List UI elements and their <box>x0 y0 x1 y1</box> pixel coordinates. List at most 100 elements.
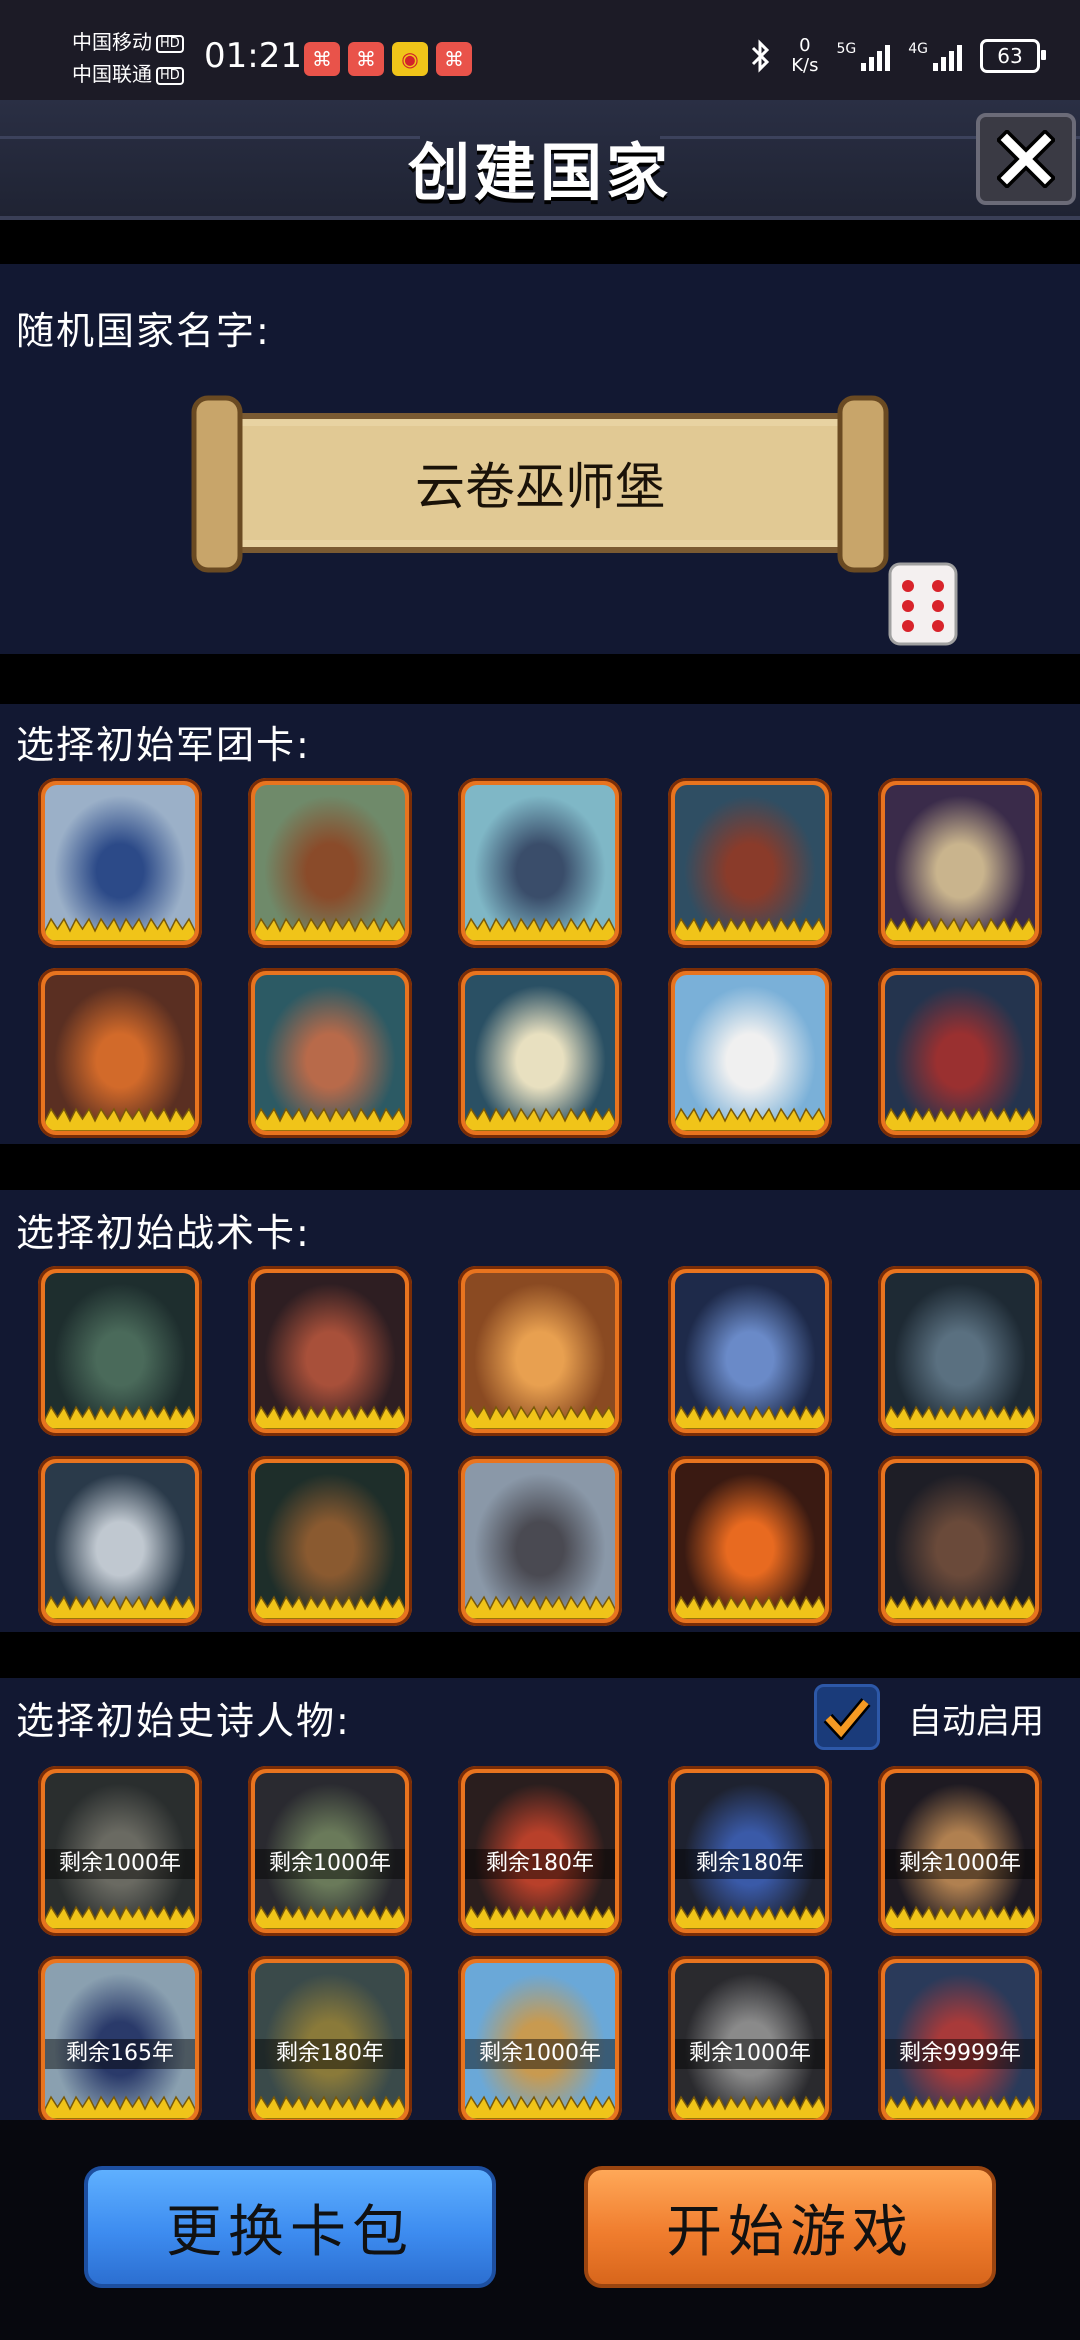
carrier-2: 中国联通 HD <box>72 62 184 86</box>
barbarian-card[interactable] <box>248 968 412 1138</box>
remaining-years: 剩余180年 <box>675 1849 825 1879</box>
close-button[interactable] <box>976 113 1076 205</box>
crown-border <box>675 1595 825 1619</box>
heroes-label: 选择初始史诗人物: <box>16 1699 351 1743</box>
crown-border <box>45 1905 195 1929</box>
crown-border <box>255 2095 405 2119</box>
start-game-button[interactable]: 开始游戏 <box>584 2166 996 2288</box>
card-art <box>465 975 615 1131</box>
card-art: 剩余9999年 <box>885 1963 1035 2119</box>
close-icon <box>997 130 1055 188</box>
crown-border <box>45 1405 195 1429</box>
auto-enable-checkbox[interactable] <box>814 1684 880 1750</box>
card-art <box>675 785 825 941</box>
snow-warriors-card[interactable] <box>458 1456 622 1626</box>
card-art <box>885 975 1035 1131</box>
hero-sorceress-card[interactable]: 剩余1000年 <box>878 1766 1042 1936</box>
battery-icon: 63 <box>980 39 1046 73</box>
card-art <box>465 785 615 941</box>
card-art: 剩余180年 <box>675 1773 825 1929</box>
app-notification-icon: ⌘ <box>348 42 384 76</box>
tribal-chief-card[interactable] <box>248 1266 412 1436</box>
hero-warlord-card[interactable]: 剩余180年 <box>668 1766 832 1936</box>
siege-engine-card[interactable] <box>248 1456 412 1626</box>
remaining-years: 剩余1000年 <box>255 1849 405 1879</box>
hero-shadow-figure-card[interactable]: 剩余1000年 <box>668 1956 832 2126</box>
card-art <box>255 975 405 1131</box>
divider <box>0 654 1080 704</box>
signal-5g-icon: 5G <box>836 41 891 71</box>
card-art <box>675 1463 825 1619</box>
clock: 01:21 <box>204 36 302 76</box>
longship-card[interactable] <box>458 1266 622 1436</box>
crown-border <box>465 1405 615 1429</box>
country-name-label: 随机国家名字: <box>16 309 271 353</box>
remaining-years: 剩余165年 <box>45 2039 195 2069</box>
crown-border <box>885 1905 1035 1929</box>
dragon-knight-card[interactable] <box>878 968 1042 1138</box>
crown-border <box>255 1405 405 1429</box>
tiger-card[interactable] <box>38 968 202 1138</box>
hero-swordsman-card[interactable]: 剩余9999年 <box>878 1956 1042 2126</box>
crown-border <box>45 1595 195 1619</box>
mage-portal-card[interactable] <box>458 968 622 1138</box>
card-art: 剩余1000年 <box>465 1963 615 2119</box>
app-notification-icon: ⌘ <box>436 42 472 76</box>
crown-border <box>675 1405 825 1429</box>
card-art: 剩余1000年 <box>45 1773 195 1929</box>
warship-card[interactable] <box>878 778 1042 948</box>
crown-border <box>465 917 615 941</box>
spearman-rider-card[interactable] <box>248 778 412 948</box>
legion-label: 选择初始军团卡: <box>16 723 311 767</box>
bluetooth-icon <box>752 39 770 73</box>
status-bar: 中国移动 HD 中国联通 HD 01:21 ⌘ ⌘ ◉ ⌘ 0 K/s 5G 4G 6… <box>0 0 1080 100</box>
crown-border <box>45 1107 195 1131</box>
network-speed: 0 K/s <box>791 35 819 76</box>
knight-cavalry-card[interactable] <box>38 778 202 948</box>
crown-border <box>885 1107 1035 1131</box>
crown-border <box>255 1595 405 1619</box>
dark-giant-card[interactable] <box>878 1266 1042 1436</box>
crown-border <box>255 1905 405 1929</box>
remaining-years: 剩余1000年 <box>465 2039 615 2069</box>
page-title: 创建国家 <box>407 136 672 209</box>
crown-border <box>885 2095 1035 2119</box>
card-art <box>675 975 825 1131</box>
card-art <box>675 1273 825 1429</box>
hero-emperor-card[interactable]: 剩余165年 <box>38 1956 202 2126</box>
hero-bearded-lord-card[interactable]: 剩余180年 <box>248 1956 412 2126</box>
divider <box>0 1144 1080 1190</box>
signal-4g-icon: 4G <box>908 41 962 71</box>
card-art <box>45 785 195 941</box>
carrier-1: 中国移动 HD <box>72 30 184 54</box>
crown-border <box>255 917 405 941</box>
hero-horseman-card[interactable]: 剩余1000年 <box>458 1956 622 2126</box>
card-art: 剩余165年 <box>45 1963 195 2119</box>
burning-castle-card[interactable] <box>668 1456 832 1626</box>
cathedral-figure-card[interactable] <box>668 1266 832 1436</box>
change-pack-button[interactable]: 更换卡包 <box>84 2166 496 2288</box>
dice-icon[interactable] <box>886 556 962 650</box>
shadow-assassin-card[interactable] <box>38 1266 202 1436</box>
crown-border <box>45 2095 195 2119</box>
status-indicators: 0 K/s 5G 4G 63 <box>749 35 1046 76</box>
scroll-banner: 云卷巫师堡 <box>191 395 889 573</box>
dark-hall-card[interactable] <box>878 1456 1042 1626</box>
hero-general-card[interactable]: 剩余1000年 <box>248 1766 412 1936</box>
remaining-years: 剩余1000年 <box>675 2039 825 2069</box>
armored-knight-card[interactable] <box>38 1456 202 1626</box>
card-art: 剩余1000年 <box>885 1773 1035 1929</box>
card-art: 剩余180年 <box>465 1773 615 1929</box>
weibo-icon: ◉ <box>392 42 428 76</box>
white-horse-rider-card[interactable] <box>668 968 832 1138</box>
crown-border <box>675 1107 825 1131</box>
auto-enable-label[interactable]: 自动启用 <box>908 1694 1044 1743</box>
notification-icons: ⌘ ⌘ ◉ ⌘ <box>304 42 472 76</box>
hero-king-card[interactable]: 剩余180年 <box>458 1766 622 1936</box>
card-art <box>465 1273 615 1429</box>
winged-warrior-card[interactable] <box>458 778 622 948</box>
hero-ghost-card[interactable]: 剩余1000年 <box>38 1766 202 1936</box>
card-art: 剩余180年 <box>255 1963 405 2119</box>
dragon-card[interactable] <box>668 778 832 948</box>
crown-border <box>885 1595 1035 1619</box>
